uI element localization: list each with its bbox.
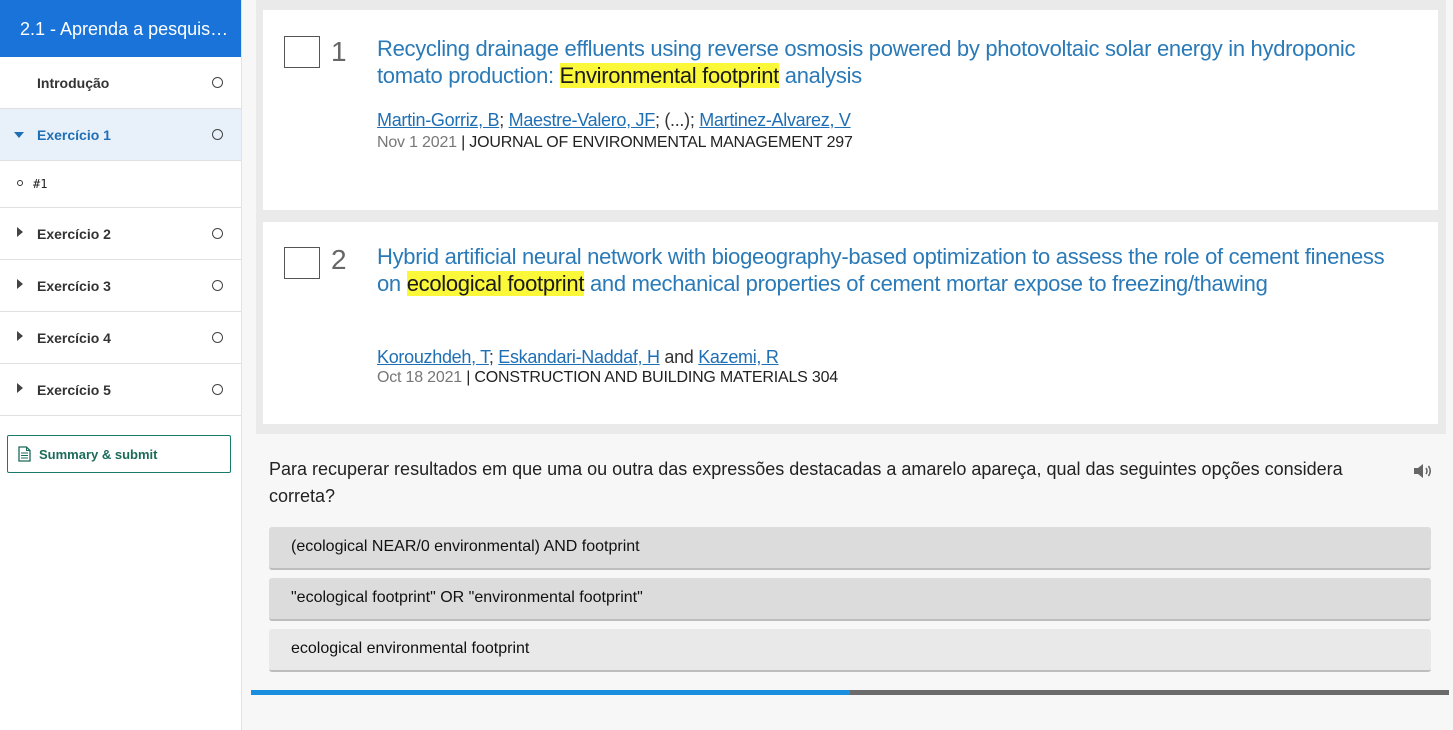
sidebar-item-label: Exercício 4 [37,330,111,346]
result-title[interactable]: Hybrid artificial neural network with bi… [377,243,1397,297]
author-separator: ; [488,347,499,367]
sidebar-item-exercicio-3[interactable]: Exercício 3 [0,260,241,312]
highlighted-term: Environmental footprint [559,63,779,88]
result-date: Nov 1 2021 [377,134,457,151]
result-number: 1 [331,36,347,67]
sidebar-item-exercicio-4[interactable]: Exercício 4 [0,312,241,364]
result-title-text: analysis [778,63,862,88]
app-root: 2.1 - Aprenda a pesquis… Introdução Exer… [0,0,1453,730]
highlighted-term: ecological footprint [406,271,585,296]
sidebar-item-label: Exercício 1 [37,127,111,143]
sidebar: 2.1 - Aprenda a pesquis… Introdução Exer… [0,0,242,730]
answer-option-2[interactable]: "ecological footprint" OR "environmental… [269,578,1431,621]
progress-bar [251,690,1449,695]
answer-option-1[interactable]: (ecological NEAR/0 environmental) AND fo… [269,527,1431,570]
sidebar-item-exercicio-2[interactable]: Exercício 2 [0,208,241,260]
caret-down-icon [14,132,24,138]
author-link[interactable]: Martinez-Alvarez, V [699,110,851,130]
sidebar-subitem-1[interactable]: #1 [0,161,241,208]
sidebar-item-label: Introdução [37,75,110,91]
main-content: 1 Recycling drainage effluents using rev… [242,0,1453,730]
result-card-2: 2 Hybrid artificial neural network with … [263,222,1438,424]
caret-right-icon [17,227,23,237]
result-number: 2 [331,244,347,275]
result-title-text: Recycling drainage effluents using rever… [377,36,1356,88]
summary-submit-button[interactable]: Summary & submit [7,435,231,473]
result-title-text: and mechanical properties of cement mort… [584,271,1268,296]
result-source: | JOURNAL OF ENVIRONMENTAL MANAGEMENT 29… [461,134,853,151]
sidebar-title: 2.1 - Aprenda a pesquis… [0,0,241,57]
result-date: Oct 18 2021 [377,369,462,386]
search-results-image: 1 Recycling drainage effluents using rev… [256,0,1446,434]
speaker-icon[interactable] [1412,461,1434,481]
author-separator: ; (...); [654,110,700,130]
question-text: Para recuperar resultados em que uma ou … [269,459,1343,506]
answer-option-label: ecological environmental footprint [291,640,530,657]
status-circle-icon [212,228,223,239]
author-link[interactable]: Korouzhdeh, T [377,347,489,367]
caret-right-icon [17,331,23,341]
answer-option-label: "ecological footprint" OR "environmental… [291,589,643,606]
caret-right-icon [17,383,23,393]
status-circle-icon [212,332,223,343]
status-circle-icon [212,129,223,140]
author-link[interactable]: Maestre-Valero, JF [509,110,656,130]
result-authors: Martin-Gorriz, B; Maestre-Valero, JF; (.… [377,110,851,131]
status-circle-icon [212,280,223,291]
sidebar-item-label: Exercício 3 [37,278,111,294]
caret-right-icon [17,279,23,289]
answer-option-label: (ecological NEAR/0 environmental) AND fo… [291,538,640,555]
result-authors: Korouzhdeh, T; Eskandari-Naddaf, H and K… [377,347,779,368]
answer-option-3[interactable]: ecological environmental footprint [269,629,1431,672]
result-checkbox[interactable] [284,247,320,279]
author-link[interactable]: Eskandari-Naddaf, H [498,347,660,367]
result-title[interactable]: Recycling drainage effluents using rever… [377,35,1397,89]
status-circle-icon [212,384,223,395]
status-circle-icon [212,77,223,88]
sidebar-item-exercicio-5[interactable]: Exercício 5 [0,364,241,416]
result-card-1: 1 Recycling drainage effluents using rev… [263,10,1438,210]
sidebar-item-introducao[interactable]: Introdução [0,57,241,109]
progress-bar-fill [251,690,850,695]
document-icon [18,446,31,462]
author-separator: and [659,347,699,367]
sidebar-item-exercicio-1[interactable]: Exercício 1 [0,109,241,161]
sidebar-item-label: Exercício 5 [37,382,111,398]
result-meta: Oct 18 2021 | CONSTRUCTION AND BUILDING … [377,369,838,387]
author-separator: ; [499,110,509,130]
author-link[interactable]: Kazemi, R [698,347,779,367]
bullet-icon [17,180,23,186]
author-link[interactable]: Martin-Gorriz, B [377,110,500,130]
result-checkbox[interactable] [284,36,320,68]
summary-submit-label: Summary & submit [39,447,158,462]
sidebar-subitem-label: #1 [33,177,48,191]
result-source: | CONSTRUCTION AND BUILDING MATERIALS 30… [466,369,838,386]
result-meta: Nov 1 2021 | JOURNAL OF ENVIRONMENTAL MA… [377,134,853,152]
sidebar-item-label: Exercício 2 [37,226,111,242]
